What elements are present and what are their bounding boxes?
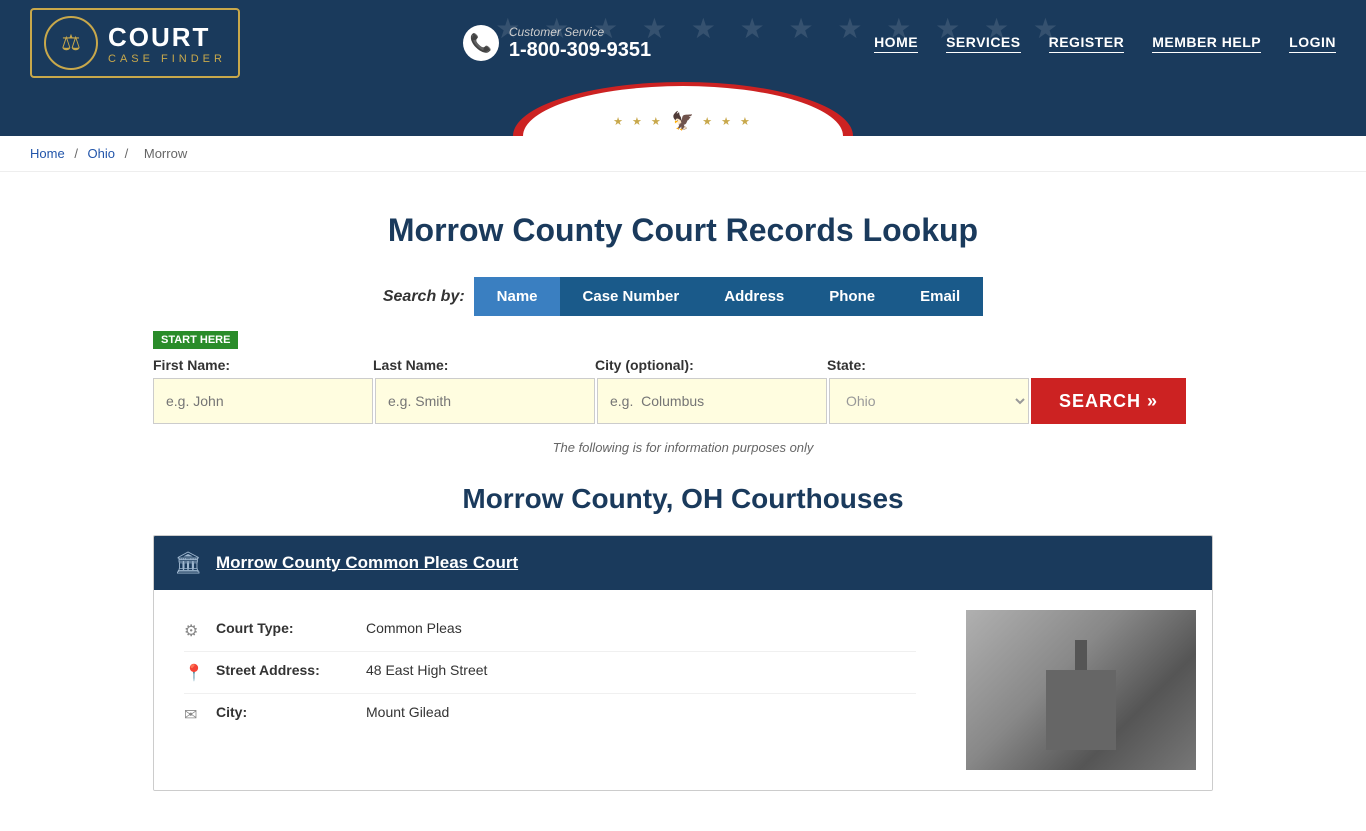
arch-stars-right: ★ ★ ★ — [702, 115, 753, 128]
detail-row-city: ✉ City: Mount Gilead — [184, 694, 916, 735]
logo-sub-label: CASE FINDER — [108, 53, 226, 65]
breadcrumb: Home / Ohio / Morrow — [0, 136, 1366, 172]
address-icon: 📍 — [184, 663, 206, 683]
courthouse-header: 🏛 Morrow County Common Pleas Court — [154, 536, 1212, 590]
breadcrumb-sep-2: / — [125, 146, 132, 161]
search-by-label: Search by: — [383, 288, 465, 306]
nav-services[interactable]: SERVICES — [946, 34, 1021, 53]
courthouse-card: 🏛 Morrow County Common Pleas Court ⚙ Cou… — [153, 535, 1213, 791]
first-name-group: First Name: — [153, 357, 373, 424]
nav-register[interactable]: REGISTER — [1049, 34, 1125, 53]
search-tabs-row: Search by: Name Case Number Address Phon… — [153, 277, 1213, 316]
courthouse-header-icon: 🏛 — [174, 550, 202, 576]
detail-row-type: ⚙ Court Type: Common Pleas — [184, 610, 916, 652]
tab-address[interactable]: Address — [701, 277, 807, 316]
state-group: State: Ohio — [827, 357, 1029, 424]
eagle-symbol: 🦅 — [672, 111, 694, 132]
main-content: Morrow County Court Records Lookup Searc… — [133, 172, 1233, 831]
breadcrumb-ohio[interactable]: Ohio — [88, 146, 115, 161]
search-button[interactable]: SEARCH » — [1031, 378, 1186, 424]
breadcrumb-sep-1: / — [74, 146, 81, 161]
courthouse-image — [966, 610, 1196, 770]
last-name-label: Last Name: — [373, 357, 595, 373]
tab-email[interactable]: Email — [897, 277, 983, 316]
search-button-label: SEARCH » — [1059, 391, 1158, 412]
street-address-label: Street Address: — [216, 662, 356, 678]
court-type-icon: ⚙ — [184, 621, 206, 641]
tab-phone[interactable]: Phone — [806, 277, 898, 316]
search-form: First Name: Last Name: City (optional): … — [153, 357, 1213, 424]
nav-member-help[interactable]: MEMBER HELP — [1152, 34, 1261, 53]
header-arch: ★ ★ ★ 🦅 ★ ★ ★ — [0, 86, 1366, 136]
tab-case-number[interactable]: Case Number — [560, 277, 703, 316]
last-name-input[interactable] — [375, 378, 595, 424]
breadcrumb-morrow: Morrow — [144, 146, 187, 161]
logo-court-label: COURT — [108, 22, 226, 53]
courthouse-name-link[interactable]: Morrow County Common Pleas Court — [216, 553, 518, 573]
arch-eagle: ★ ★ ★ 🦅 ★ ★ ★ — [613, 111, 753, 132]
state-select[interactable]: Ohio — [829, 378, 1029, 424]
logo-area: ⚖ COURT CASE FINDER — [30, 8, 240, 78]
header-top: ⚖ COURT CASE FINDER 📞 Customer Service 1… — [0, 0, 1366, 86]
nav-login[interactable]: LOGIN — [1289, 34, 1336, 53]
customer-service: 📞 Customer Service 1-800-309-9351 — [463, 25, 651, 62]
first-name-input[interactable] — [153, 378, 373, 424]
logo-box: ⚖ COURT CASE FINDER — [30, 8, 240, 78]
breadcrumb-home[interactable]: Home — [30, 146, 65, 161]
detail-row-address: 📍 Street Address: 48 East High Street — [184, 652, 916, 694]
city-icon: ✉ — [184, 705, 206, 725]
cs-text: Customer Service 1-800-309-9351 — [509, 25, 651, 62]
header: ⚖ COURT CASE FINDER 📞 Customer Service 1… — [0, 0, 1366, 136]
nav-home[interactable]: HOME — [874, 34, 918, 53]
cs-phone: 1-800-309-9351 — [509, 39, 651, 62]
first-name-label: First Name: — [153, 357, 373, 373]
city-group: City (optional): — [595, 357, 827, 424]
logo-text: COURT CASE FINDER — [108, 22, 226, 65]
last-name-group: Last Name: — [373, 357, 595, 424]
courthouse-body: ⚙ Court Type: Common Pleas 📍 Street Addr… — [154, 590, 1212, 790]
city-input[interactable] — [597, 378, 827, 424]
logo-emblem-icon: ⚖ — [44, 16, 98, 70]
tab-name[interactable]: Name — [474, 277, 561, 316]
search-form-container: START HERE First Name: Last Name: City (… — [153, 330, 1213, 424]
city-detail-label: City: — [216, 704, 356, 720]
courthouse-details: ⚙ Court Type: Common Pleas 📍 Street Addr… — [154, 600, 946, 780]
city-label: City (optional): — [595, 357, 827, 373]
street-address-value: 48 East High Street — [366, 662, 487, 678]
state-label: State: — [827, 357, 1029, 373]
arch-stars-left: ★ ★ ★ — [613, 115, 664, 128]
start-here-badge: START HERE — [153, 331, 238, 349]
city-detail-value: Mount Gilead — [366, 704, 449, 720]
courthouses-title: Morrow County, OH Courthouses — [153, 483, 1213, 515]
courthouse-img-placeholder — [966, 610, 1196, 770]
main-nav: HOME SERVICES REGISTER MEMBER HELP LOGIN — [874, 34, 1336, 53]
court-type-value: Common Pleas — [366, 620, 462, 636]
info-note: The following is for information purpose… — [153, 440, 1213, 455]
phone-icon: 📞 — [463, 25, 499, 61]
page-title: Morrow County Court Records Lookup — [153, 212, 1213, 249]
court-type-label: Court Type: — [216, 620, 356, 636]
cs-label: Customer Service — [509, 25, 651, 39]
